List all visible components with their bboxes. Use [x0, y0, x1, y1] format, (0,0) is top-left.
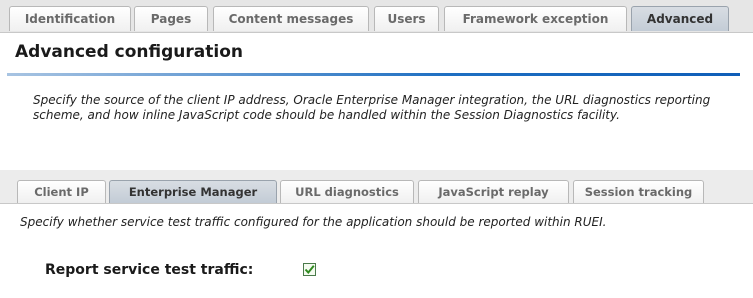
- main-tab-bar: Identification Pages Content messages Us…: [0, 0, 753, 33]
- tab-advanced[interactable]: Advanced: [631, 6, 729, 31]
- tab-framework-exception[interactable]: Framework exception: [444, 6, 627, 31]
- subtab-session-tracking[interactable]: Session tracking: [573, 180, 704, 203]
- checkmark-icon: [304, 265, 315, 275]
- title-divider: [7, 73, 740, 76]
- report-service-test-traffic-checkbox[interactable]: [303, 263, 316, 276]
- sub-tab-bar: Client IP Enterprise Manager URL diagnos…: [0, 170, 753, 204]
- subtab-javascript-replay[interactable]: JavaScript replay: [418, 180, 569, 203]
- report-service-test-traffic-label: Report service test traffic:: [45, 262, 254, 278]
- subtab-client-ip[interactable]: Client IP: [17, 180, 106, 203]
- page-title: Advanced configuration: [15, 42, 243, 62]
- tab-users[interactable]: Users: [374, 6, 439, 31]
- tab-identification[interactable]: Identification: [9, 6, 131, 31]
- enterprise-manager-description: Specify whether service test traffic con…: [20, 215, 607, 229]
- subtab-url-diagnostics[interactable]: URL diagnostics: [280, 180, 414, 203]
- page-description: Specify the source of the client IP addr…: [33, 93, 711, 122]
- subtab-enterprise-manager[interactable]: Enterprise Manager: [109, 180, 277, 203]
- tab-content-messages[interactable]: Content messages: [213, 6, 369, 31]
- tab-pages[interactable]: Pages: [134, 6, 208, 31]
